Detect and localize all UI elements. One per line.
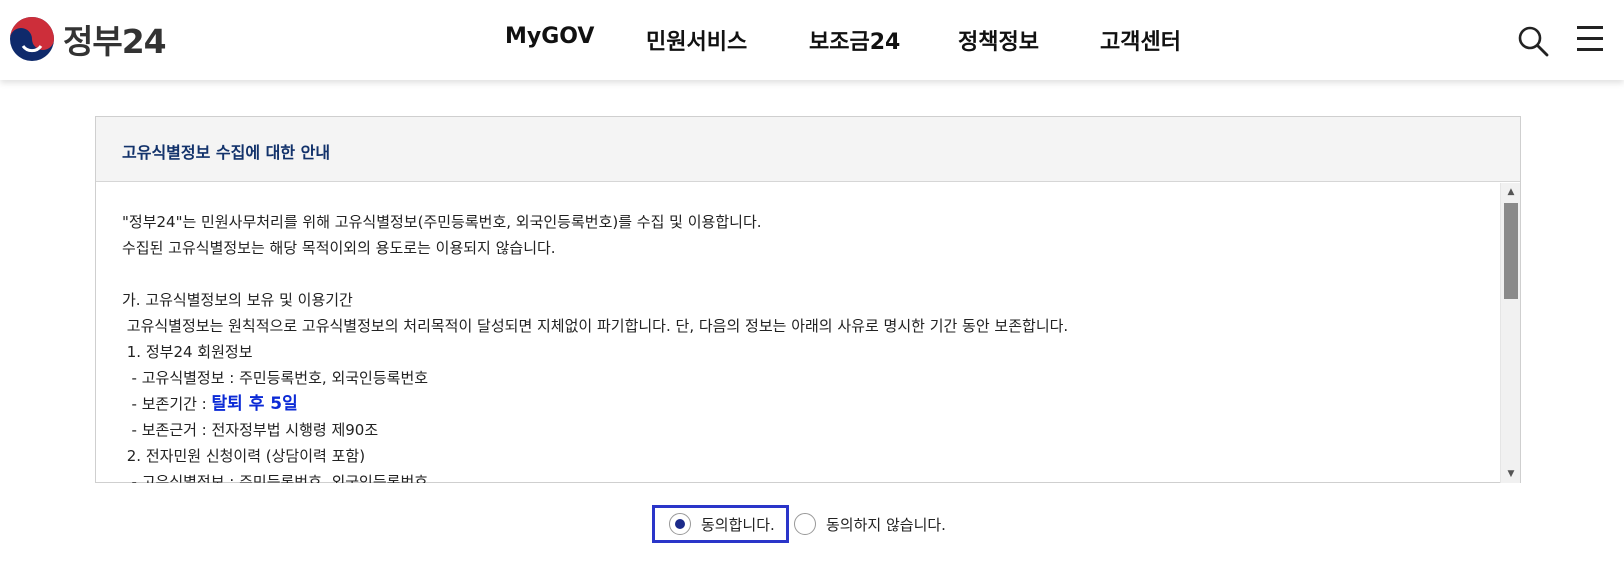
info-panel: 고유식별정보 수집에 대한 안내 "정부24"는 민원사무처리를 위해 고유식별… bbox=[95, 116, 1521, 483]
scrollbar-thumb[interactable] bbox=[1504, 203, 1518, 299]
consent-options: 동의합니다. 동의하지 않습니다. bbox=[0, 505, 1624, 543]
section-heading: 가. 고유식별정보의 보유 및 이용기간 bbox=[122, 291, 353, 309]
retention-label: - 보존기간 : bbox=[122, 395, 212, 413]
agree-radio[interactable] bbox=[669, 513, 691, 535]
retention-line: - 보존기간 : 탈퇴 후 5일 bbox=[122, 391, 1500, 417]
header: 정부24 MyGOV 민원서비스 보조금24 정책정보 고객센터 bbox=[0, 0, 1624, 80]
search-icon bbox=[1518, 26, 1549, 57]
text-line: - 보존근거 : 전자정부법 시행령 제90조 bbox=[122, 421, 379, 439]
scroll-down-arrow-icon[interactable]: ▼ bbox=[1501, 465, 1521, 483]
text-line: - 고유식별정보 : 주민등록번호, 외국인등록번호 bbox=[122, 369, 429, 387]
scroll-up-arrow-icon[interactable]: ▲ bbox=[1501, 183, 1521, 201]
retention-highlight: 탈퇴 후 5일 bbox=[211, 394, 298, 414]
panel-scroll-content[interactable]: "정부24"는 민원사무처리를 위해 고유식별정보(주민등록번호, 외국인등록번… bbox=[96, 183, 1500, 483]
agree-label: 동의합니다. bbox=[701, 515, 775, 534]
text-line: - 고유식별정보 : 주민등록번호, 외국인등록번호 bbox=[122, 473, 429, 483]
nav-item-policy-info[interactable]: 정책정보 bbox=[958, 24, 1039, 56]
nav-item-subsidy24[interactable]: 보조금24 bbox=[809, 24, 900, 56]
text-line: 2. 전자민원 신청이력 (상담이력 포함) bbox=[122, 447, 366, 465]
panel-header: 고유식별정보 수집에 대한 안내 bbox=[96, 117, 1520, 182]
nav-item-civil-service[interactable]: 민원서비스 bbox=[646, 24, 747, 56]
agree-option[interactable]: 동의합니다. bbox=[652, 505, 789, 543]
panel-title: 고유식별정보 수집에 대한 안내 bbox=[122, 143, 331, 162]
text-line: 1. 정부24 회원정보 bbox=[122, 343, 253, 361]
nav-item-customer-center[interactable]: 고객센터 bbox=[1100, 24, 1181, 56]
main-nav: MyGOV 민원서비스 보조금24 정책정보 고객센터 bbox=[0, 24, 1624, 58]
disagree-radio[interactable] bbox=[794, 513, 816, 535]
disagree-option[interactable]: 동의하지 않습니다. bbox=[792, 505, 946, 543]
search-button[interactable] bbox=[1516, 24, 1550, 58]
text-line: 수집된 고유식별정보는 해당 목적이외의 용도로는 이용되지 않습니다. bbox=[122, 239, 556, 257]
text-line: "정부24"는 민원사무처리를 위해 고유식별정보(주민등록번호, 외국인등록번… bbox=[122, 213, 762, 231]
disagree-label: 동의하지 않습니다. bbox=[826, 515, 946, 534]
text-line: 고유식별정보는 원칙적으로 고유식별정보의 처리목적이 달성되면 지체없이 파기… bbox=[122, 317, 1069, 335]
menu-button[interactable] bbox=[1577, 26, 1605, 54]
scrollbar[interactable]: ▲ ▼ bbox=[1500, 183, 1520, 483]
nav-item-mygov[interactable]: MyGOV bbox=[505, 24, 594, 49]
hamburger-icon bbox=[1577, 26, 1603, 29]
